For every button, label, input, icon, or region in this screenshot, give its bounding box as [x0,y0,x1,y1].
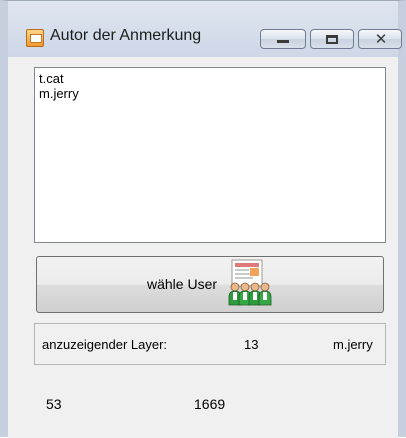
list-item[interactable]: m.jerry [39,86,381,101]
title-bar[interactable]: Autor der Anmerkung ✕ [8,1,402,57]
users-group-icon [228,259,272,306]
close-icon: ✕ [374,30,388,48]
notes-app-icon [26,29,44,47]
list-item[interactable]: t.cat [39,71,381,86]
minimize-button[interactable] [260,29,306,49]
minimize-icon [277,40,289,43]
client-area: t.cat m.jerry wähle User anzuzeigender L… [8,57,398,438]
select-user-button-label: wähle User [147,276,218,292]
value-label-a: 53 [46,396,62,412]
current-user-label: m.jerry [333,337,373,352]
maximize-button[interactable] [310,29,354,49]
select-user-button[interactable]: wähle User [36,256,384,313]
annotation-author-window: Autor der Anmerkung ✕ t.cat m.jerry wähl… [0,0,406,438]
close-button[interactable]: ✕ [358,29,402,49]
layer-value: 13 [244,337,259,352]
value-label-b: 1669 [194,396,226,412]
maximize-icon [326,35,338,44]
layer-info-panel: anzuzeigender Layer: 13 m.jerry [34,323,386,365]
window-title: Autor der Anmerkung [50,27,202,44]
authors-listbox[interactable]: t.cat m.jerry [34,67,386,243]
layer-label: anzuzeigender Layer: [42,337,168,352]
